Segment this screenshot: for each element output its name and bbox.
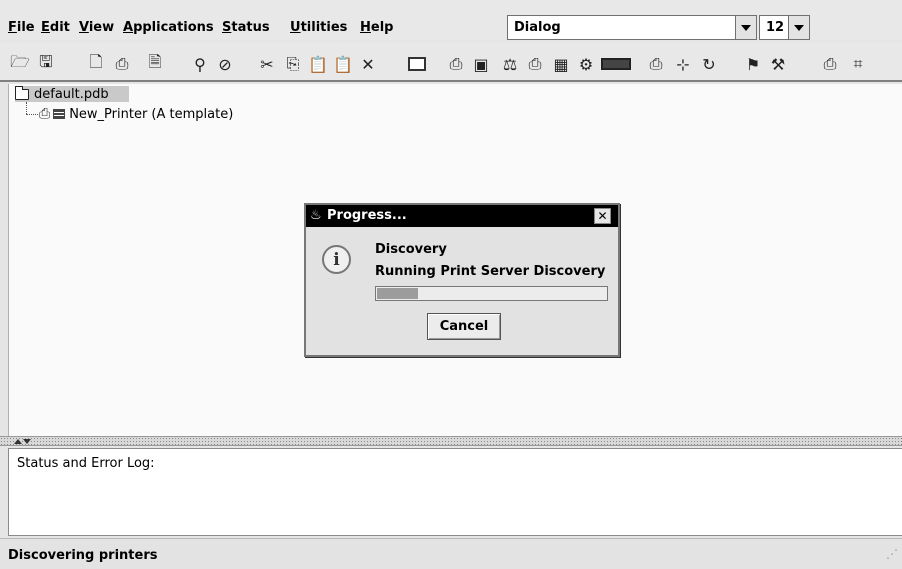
merge-icon[interactable]: ⊹ (671, 52, 695, 76)
delete-icon[interactable]: ✕ (356, 52, 380, 76)
tree-root-label: default.pdb (34, 86, 109, 102)
script-icon[interactable]: ▣ (469, 52, 493, 76)
close-icon[interactable]: ✕ (594, 208, 611, 224)
open-folder-icon[interactable]: 🗁 (8, 52, 32, 76)
find-icon[interactable]: ⚲ (188, 52, 212, 76)
cancel-button[interactable]: Cancel (427, 313, 501, 340)
printer-id-icon[interactable]: ⎙ (818, 52, 842, 76)
scale-icon[interactable]: ⚖ (498, 52, 522, 76)
keyboard-icon[interactable] (399, 52, 435, 76)
info-icon: i (322, 245, 351, 274)
status-bar: Discovering printers ⋰ (0, 538, 902, 569)
flag-icon[interactable]: ⚑ (741, 52, 765, 76)
id-icon[interactable]: ⌗ (846, 52, 870, 76)
progress-dialog: ♨ Progress... ✕ i Discovery Running Prin… (304, 203, 620, 357)
copy-icon[interactable]: ⎘ (281, 52, 305, 76)
menu-bar: File Edit View Applications Status Utili… (0, 0, 902, 40)
paste-icon[interactable]: 📋 (306, 52, 330, 76)
menu-help[interactable]: Help (360, 20, 393, 35)
font-size-value: 12 (766, 20, 785, 35)
font-size-combo[interactable]: 12 (759, 15, 789, 40)
save-icon[interactable]: 🖫 (34, 52, 58, 76)
printer-icon: ⎙ (39, 106, 51, 122)
font-family-value: Dialog (514, 20, 561, 35)
new-document-icon[interactable]: 🗎 (143, 52, 167, 76)
new-printer-icon[interactable]: 🗋 (84, 52, 108, 76)
tree-connector (26, 102, 27, 114)
status-error-log[interactable]: Status and Error Log: (8, 448, 902, 536)
pane-splitter[interactable] (0, 436, 902, 446)
template-list-icon (53, 109, 66, 119)
progress-fill (377, 288, 418, 299)
menu-applications[interactable]: Applications (123, 20, 214, 35)
tree-child-node[interactable]: ⎙ New_Printer (A template) (39, 106, 233, 122)
dialog-title-bar[interactable]: ♨ Progress... ✕ (306, 205, 618, 227)
menu-status[interactable]: Status (222, 20, 270, 35)
menu-view[interactable]: View (79, 20, 114, 35)
printer-status-icon[interactable]: ⎙ (644, 52, 668, 76)
toolbar: 🗁 🖫 🗋 ⎙ 🗎 ⚲ ⊘ ✂ ⎘ 📋 📋 ✕ ⎙ ▣ ⚖ ⎙ ▦ ⚙ ⎙ ⊹ … (0, 42, 902, 82)
bar-icon[interactable] (598, 52, 634, 76)
menu-file[interactable]: File (8, 20, 35, 35)
config-icon[interactable]: ⚙ (574, 52, 598, 76)
message-text: Running Print Server Discovery (375, 264, 606, 279)
dialog-title: Progress... (327, 208, 407, 223)
log-label: Status and Error Log: (17, 456, 155, 471)
cut-icon[interactable]: ✂ (255, 52, 279, 76)
message-title: Discovery (375, 242, 447, 257)
collapse-up-icon[interactable] (14, 439, 22, 444)
font-size-dropdown-arrow[interactable] (788, 15, 810, 40)
stop-icon[interactable]: ⊘ (213, 52, 237, 76)
resize-grip-icon[interactable]: ⋰ (886, 547, 898, 565)
progress-bar (375, 286, 608, 301)
tree-child-label: New_Printer (A template) (69, 106, 234, 122)
font-family-combo[interactable]: Dialog (507, 15, 736, 40)
tools-icon[interactable]: ⚒ (766, 52, 790, 76)
menu-edit[interactable]: Edit (41, 20, 70, 35)
monitor-icon[interactable]: ▦ (549, 52, 573, 76)
add-printer-icon[interactable]: ⎙ (110, 52, 134, 76)
printer-properties-icon[interactable]: ⎙ (444, 52, 468, 76)
refresh-icon[interactable]: ↻ (697, 52, 721, 76)
discover-icon[interactable]: ⎙ (523, 52, 547, 76)
status-text: Discovering printers (8, 548, 158, 563)
collapse-down-icon[interactable] (23, 439, 31, 444)
paste-special-icon[interactable]: 📋 (331, 52, 355, 76)
font-family-dropdown-arrow[interactable] (735, 15, 757, 40)
java-cup-icon: ♨ (310, 208, 322, 223)
tree-root-node[interactable]: default.pdb (15, 85, 129, 102)
tree-connector (26, 114, 38, 115)
menu-utilities[interactable]: Utilities (290, 20, 347, 35)
folder-open-icon (15, 85, 29, 100)
